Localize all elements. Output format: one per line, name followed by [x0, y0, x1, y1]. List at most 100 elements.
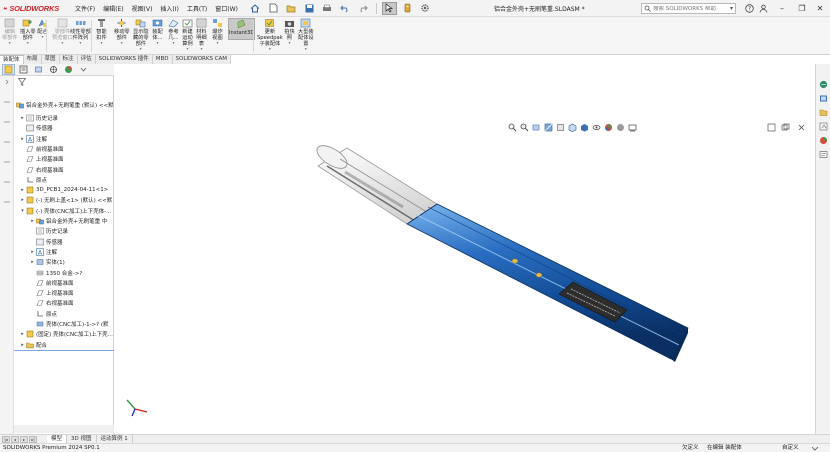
zoom-to-fit-icon[interactable] [507, 122, 517, 132]
edit-component-button[interactable]: 编辑 零部件 ▾ [2, 18, 18, 45]
units-custom[interactable]: 自定义 [782, 444, 799, 452]
appearances-icon[interactable] [819, 136, 828, 145]
save-icon[interactable] [302, 2, 317, 15]
expand-toggle-icon[interactable]: ▸ [19, 331, 26, 337]
display-manager-tab-icon[interactable] [62, 64, 75, 75]
expand-toggle-icon[interactable]: ▸ [19, 187, 26, 193]
viewport-restore-icon[interactable] [781, 123, 790, 132]
tree-item[interactable]: ▸ 历史记录 [19, 113, 58, 123]
tree-item[interactable]: 上视基准面 [29, 288, 74, 298]
custom-properties-icon[interactable] [819, 150, 828, 159]
expand-toggle-icon[interactable]: ▾ [19, 208, 26, 214]
tree-item[interactable]: ▸ (固定) 壳体(CNC加工)上下壳... [19, 329, 113, 339]
rollback-bar-icon[interactable] [3, 178, 11, 186]
zoom-to-area-icon[interactable] [519, 122, 529, 132]
rollback-bar-icon[interactable] [3, 158, 11, 166]
rollback-bar-icon[interactable] [3, 98, 11, 106]
rollback-bar-icon[interactable] [3, 118, 11, 126]
tab-mbd[interactable]: MBD [152, 55, 173, 64]
large-assembly-button[interactable]: 大型装 配体设 置 ▾ [298, 18, 314, 51]
tab-markup[interactable]: 标注 [59, 55, 78, 64]
tree-item[interactable]: 传感器 [29, 237, 63, 247]
open-icon[interactable] [284, 2, 299, 15]
tab-3d-views[interactable]: 3D 视图 [67, 435, 97, 443]
tree-item[interactable]: ▸ A 注解 [19, 134, 47, 144]
tree-item[interactable]: 原点 [19, 175, 47, 185]
tree-item[interactable]: ▸ 实体(1) [29, 257, 65, 267]
graphics-area[interactable] [115, 64, 815, 434]
tree-item[interactable]: ▸ 铝合金外壳+无刷笔重 中 [29, 216, 107, 226]
file-explorer-icon[interactable] [819, 108, 828, 117]
tree-item[interactable]: 前视基准面 [29, 278, 74, 288]
rollback-bar-icon[interactable] [3, 138, 11, 146]
speedpak-button[interactable]: 更新 Speedpak 子装配体 ▾ [257, 18, 283, 51]
search-dropdown-icon[interactable]: ▾ [730, 5, 733, 12]
transparent-cap[interactable] [313, 141, 438, 225]
configurationmanager-tab-icon[interactable] [32, 64, 45, 75]
snapshot-button[interactable]: 拍快 照 ▾ [284, 18, 295, 45]
apply-scene-icon[interactable] [615, 122, 625, 132]
tab-motion-study-1[interactable]: 运动算例 1 [97, 435, 133, 443]
assembly-features-button[interactable]: 装配 体... ▾ [152, 18, 163, 45]
home-icon[interactable] [248, 2, 263, 15]
tab-assembly[interactable]: 装配体 [0, 55, 24, 64]
featuremanager-tab-icon[interactable] [2, 64, 15, 75]
solidworks-resources-icon[interactable] [819, 80, 828, 89]
rebuild-icon[interactable] [400, 2, 415, 15]
propertymanager-tab-icon[interactable] [17, 64, 30, 75]
help-search[interactable]: ▾ [641, 3, 736, 14]
tree-item[interactable]: ▸ 配合 [19, 340, 47, 350]
tab-cam[interactable]: SOLIDWORKS CAM [172, 55, 232, 64]
expand-toggle-icon[interactable]: ▸ [29, 249, 36, 255]
hide-show-items-icon[interactable] [591, 122, 601, 132]
undo-icon[interactable] [338, 2, 353, 15]
last-tab-icon[interactable]: ▸| [29, 435, 37, 443]
expand-toggle-icon[interactable]: ▸ [19, 115, 26, 121]
dimxpert-tab-icon[interactable] [47, 64, 60, 75]
close-button[interactable]: ✕ [808, 0, 830, 17]
aluminum-housing[interactable] [406, 203, 689, 362]
tree-item[interactable]: 历史记录 [29, 226, 68, 236]
help-icon[interactable]: ? [743, 2, 755, 14]
rollback-bar-icon[interactable] [3, 198, 11, 206]
options-gear-icon[interactable] [418, 2, 433, 15]
new-document-icon[interactable] [266, 2, 281, 15]
user-account-icon[interactable] [757, 2, 769, 14]
tab-addins[interactable]: SOLIDWORKS 插件 [95, 55, 153, 64]
tree-item[interactable]: 原点 [29, 309, 57, 319]
view-settings-icon[interactable] [627, 122, 637, 132]
menu-file[interactable]: 文件(F) [71, 4, 99, 13]
tree-item[interactable]: 右视基准面 [29, 298, 74, 308]
menu-window[interactable]: 窗口(W) [211, 4, 242, 13]
tree-item[interactable]: ▸ (-) 无刷上盖<1> (默认) <<默 [19, 195, 112, 205]
menu-insert[interactable]: 插入(I) [156, 4, 182, 13]
tab-sketch[interactable]: 草图 [41, 55, 60, 64]
redo-icon[interactable] [356, 2, 371, 15]
edit-appearance-icon[interactable] [603, 122, 613, 132]
exploded-view-button[interactable]: 爆炸 视图 ▾ [212, 18, 223, 45]
status-options-icon[interactable] [811, 445, 819, 452]
expand-toggle-icon[interactable]: ▸ [29, 259, 36, 265]
tree-item[interactable]: 上视基准面 [19, 154, 64, 164]
tree-item[interactable]: 壳体(CNC加工)-1->? (默 [29, 319, 108, 329]
linear-pattern-button[interactable]: 线性零部 件阵列 ▾ [70, 18, 91, 45]
tree-item[interactable]: ▾ (-) 壳体(CNC加工)上下壳体-... [19, 206, 111, 216]
menu-edit[interactable]: 编辑(E) [99, 4, 127, 13]
menu-tools[interactable]: 工具(T) [183, 4, 211, 13]
instant3d-button[interactable]: Instant3D [228, 18, 256, 40]
viewport-layout-icon[interactable] [767, 123, 776, 132]
tree-item[interactable]: 传感器 [19, 123, 53, 133]
show-hidden-button[interactable]: 显示隐 藏的零 部件 ▾ [133, 18, 149, 51]
tree-item[interactable]: 前视基准面 [19, 144, 64, 154]
move-component-button[interactable]: 移动零 部件 ▾ [114, 18, 130, 45]
expand-toggle-icon[interactable]: ▸ [19, 342, 26, 348]
insert-component-button[interactable]: 插入零 部件 ▾ [20, 18, 36, 45]
viewport-close-icon[interactable] [797, 123, 806, 132]
select-arrow-icon[interactable] [381, 1, 397, 15]
tab-layout[interactable]: 布局 [23, 55, 42, 64]
prev-tab-icon[interactable]: ◂ [11, 435, 19, 443]
tab-model[interactable]: 模型 [47, 435, 68, 443]
reference-geometry-button[interactable]: 参考 几... ▾ [168, 18, 179, 45]
search-input[interactable] [653, 5, 723, 12]
tree-item[interactable]: 右视基准面 [19, 165, 64, 175]
